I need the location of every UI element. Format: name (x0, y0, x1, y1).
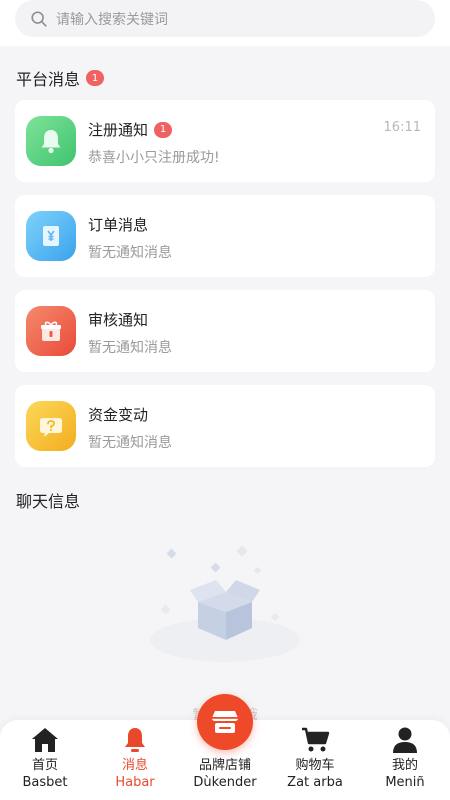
message-preview: 恭喜小小只注册成功! (88, 150, 220, 166)
tab-label: 消息 (121, 758, 148, 773)
tab-sublabel: Basbet (22, 775, 68, 790)
yuan-document-icon (26, 211, 76, 261)
tab-sublabel: Habar (115, 775, 155, 790)
search-input[interactable]: 请输入搜索关键词 (15, 0, 435, 37)
search-placeholder: 请输入搜索关键词 (56, 11, 168, 28)
tab-sublabel: Meniñ (385, 775, 425, 790)
message-title: 订单消息 (88, 216, 149, 234)
message-preview: 暂无通知消息 (88, 340, 172, 356)
empty-box-icon (150, 545, 300, 662)
message-unread-badge: 1 (154, 121, 173, 138)
message-card-review[interactable]: 审核通知 暂无通知消息 (15, 290, 435, 372)
message-title-row: 注册通知 1 (88, 119, 173, 140)
store-icon[interactable] (197, 694, 253, 750)
user-icon (390, 725, 420, 755)
cart-icon (300, 725, 330, 755)
chat-messages-heading: 聊天信息 (16, 488, 80, 512)
tab-sublabel: Zat arba (287, 775, 343, 790)
message-title: 资金变动 (88, 406, 149, 424)
message-time: 16:11 (383, 120, 421, 135)
tab-messages[interactable]: 消息 Habar (90, 720, 180, 800)
tab-cart[interactable]: 购物车 Zat arba (270, 720, 360, 800)
message-card-orders[interactable]: 订单消息 暂无通知消息 (15, 195, 435, 277)
platform-unread-badge: 1 (86, 70, 105, 86)
tab-profile[interactable]: 我的 Meniñ (360, 720, 450, 800)
message-title: 注册通知 (88, 121, 149, 139)
tab-label: 首页 (31, 758, 58, 773)
gift-icon (26, 306, 76, 356)
message-title-row: 资金变动 (88, 404, 148, 425)
message-title: 审核通知 (88, 311, 149, 329)
tab-label: 我的 (391, 758, 418, 773)
message-card-registration[interactable]: 注册通知 1 16:11 恭喜小小只注册成功! (15, 100, 435, 182)
message-preview: 暂无通知消息 (88, 435, 172, 451)
bell-icon (120, 725, 150, 755)
tab-label: 购物车 (295, 758, 335, 773)
bell-icon (26, 116, 76, 166)
home-icon (30, 725, 60, 755)
tab-home[interactable]: 首页 Basbet (0, 720, 90, 800)
tab-sublabel: Dùkender (193, 775, 257, 790)
empty-state-illustration (0, 520, 450, 720)
platform-messages-title: 平台消息 (16, 70, 81, 89)
question-bubble-icon (26, 401, 76, 451)
top-bar: 请输入搜索关键词 (0, 0, 450, 46)
message-title-row: 订单消息 (88, 214, 148, 235)
message-preview: 暂无通知消息 (88, 245, 172, 261)
message-card-funds[interactable]: 资金变动 暂无通知消息 (15, 385, 435, 467)
tab-label: 品牌店铺 (198, 758, 251, 773)
chat-messages-title: 聊天信息 (16, 492, 81, 511)
search-icon (31, 10, 47, 27)
platform-messages-heading: 平台消息 1 (16, 66, 105, 90)
message-title-row: 审核通知 (88, 309, 148, 330)
